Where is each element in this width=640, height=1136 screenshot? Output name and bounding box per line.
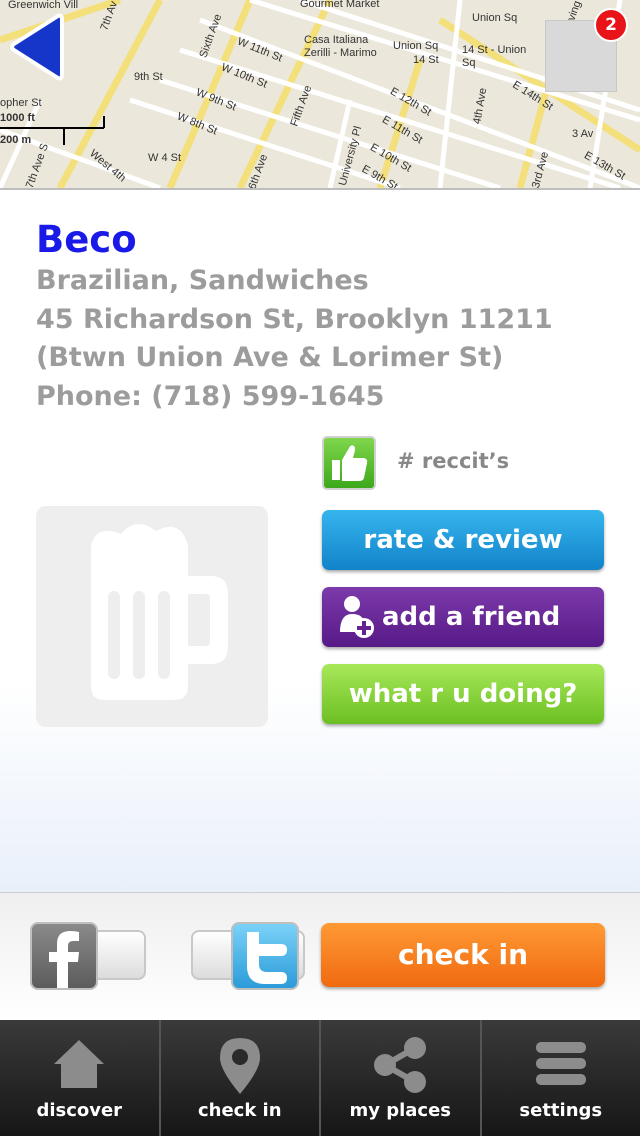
tab-discover[interactable]: discover	[0, 1020, 161, 1136]
map-label: Gourmet Market	[300, 0, 380, 10]
map-label: Union Sq	[393, 40, 439, 52]
back-button[interactable]	[8, 12, 64, 82]
venue-category: Brazilian, Sandwiches	[36, 265, 369, 296]
what-doing-button[interactable]: what r u doing?	[322, 664, 604, 724]
twitter-t-glyph	[247, 932, 287, 984]
map-label: 14 St - Union Sq	[462, 44, 527, 69]
beer-mug-icon	[91, 524, 228, 700]
venue-address: 45 Richardson St, Brooklyn 11211	[36, 304, 553, 335]
add-person-icon	[340, 596, 374, 638]
map-label: opher St	[0, 97, 42, 109]
add-friend-button[interactable]: add a friend	[322, 587, 604, 647]
venue-cross-streets: (Btwn Union Ave & Lorimer St)	[36, 342, 504, 373]
facebook-f-glyph	[49, 931, 79, 988]
thumbs-up-icon	[332, 445, 368, 481]
venue-name: Beco	[36, 218, 137, 261]
tab-settings-label: settings	[519, 1100, 603, 1121]
map-label: Union Sq	[472, 12, 518, 24]
notification-badge: 2	[594, 8, 628, 42]
share-icon	[374, 1037, 427, 1093]
map-label: Casa Italiana Zerilli - Marimo	[304, 34, 377, 59]
map-label: 9th St	[134, 71, 163, 83]
map-label: Greenwich Vill	[8, 0, 79, 11]
tab-discover-label: discover	[36, 1100, 123, 1121]
rate-review-button[interactable]: rate & review	[322, 510, 604, 570]
reccit-button[interactable]	[322, 436, 376, 490]
tab-bar: discover check in my places settings	[0, 1020, 640, 1136]
map-label: W 4 St	[148, 152, 182, 164]
facebook-icon[interactable]	[30, 922, 98, 990]
map-scale-m: 200 m	[0, 134, 32, 146]
venue-phone[interactable]: Phone: (718) 599-1645	[36, 381, 384, 412]
tab-settings[interactable]: settings	[482, 1020, 640, 1136]
map-scale-ft: 1000 ft	[0, 112, 35, 124]
check-in-button[interactable]: check in	[321, 923, 605, 987]
tab-my-places[interactable]: my places	[321, 1020, 482, 1136]
home-icon	[54, 1040, 105, 1088]
map-label: 3 Av	[572, 128, 594, 140]
map-view[interactable]: Greenwich Vill Gourmet Market Union Sq C…	[0, 0, 640, 190]
add-friend-label: add a friend	[382, 602, 561, 632]
reccits-label: # reccit’s	[397, 449, 510, 473]
tab-check-in-label: check in	[197, 1100, 282, 1121]
back-arrow-icon	[10, 13, 64, 81]
tab-check-in[interactable]: check in	[161, 1020, 321, 1136]
map-pin-icon	[219, 1038, 260, 1094]
map-label: 14 St	[413, 54, 439, 66]
menu-icon	[535, 1042, 586, 1085]
venue-photo-placeholder	[36, 506, 268, 727]
tab-my-places-label: my places	[349, 1100, 452, 1121]
twitter-icon[interactable]	[231, 922, 299, 990]
